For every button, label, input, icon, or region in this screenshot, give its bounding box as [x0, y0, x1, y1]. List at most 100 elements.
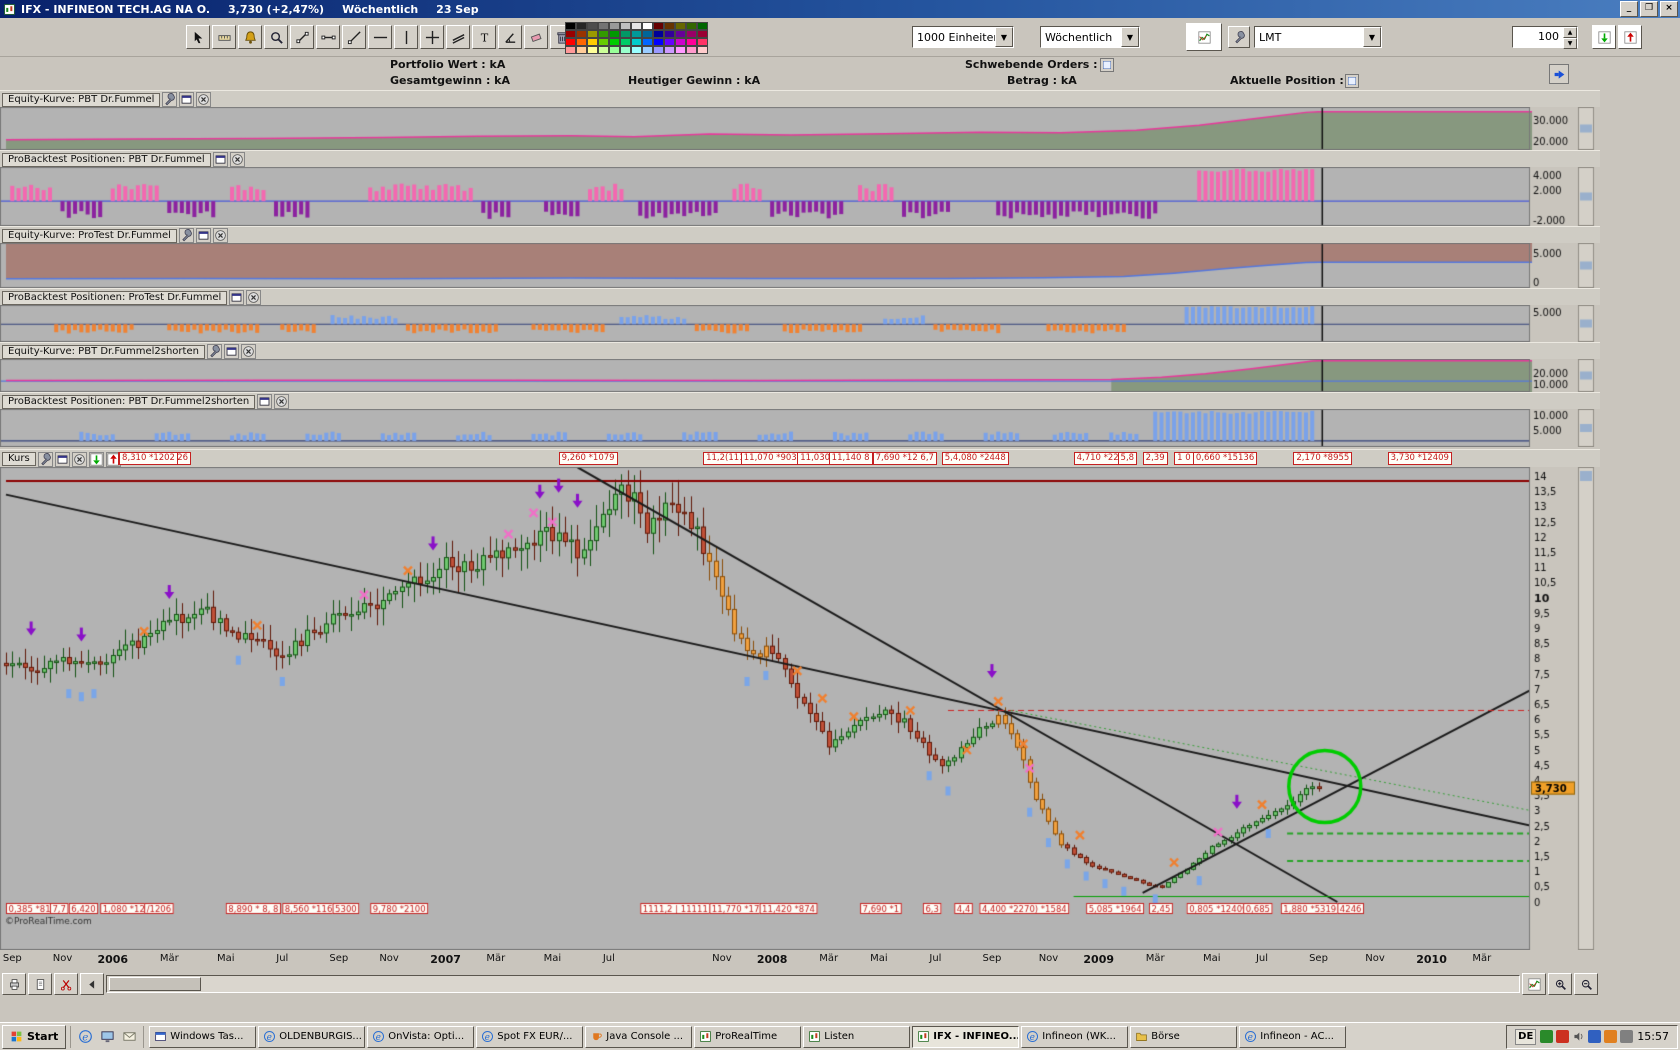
- spin-up-icon[interactable]: ▲: [1563, 27, 1577, 38]
- cursor-tool-button[interactable]: [186, 25, 210, 49]
- color-swatch[interactable]: [664, 22, 675, 30]
- color-swatch[interactable]: [587, 38, 598, 46]
- tray-red-icon[interactable]: [1556, 1030, 1570, 1043]
- mail-quicklaunch-icon[interactable]: [119, 1027, 139, 1047]
- color-swatch[interactable]: [686, 38, 697, 46]
- page-setup-button[interactable]: [28, 973, 52, 995]
- color-swatch[interactable]: [576, 30, 587, 38]
- color-swatch[interactable]: [631, 22, 642, 30]
- minimize-button[interactable]: _: [1620, 1, 1638, 17]
- price-chart-canvas[interactable]: [0, 467, 1600, 950]
- desktop-quicklaunch-icon[interactable]: [97, 1027, 117, 1047]
- units-combobox[interactable]: 1000 Einheiten ▼: [912, 26, 1014, 48]
- language-indicator[interactable]: DE: [1515, 1028, 1537, 1045]
- color-swatch[interactable]: [598, 30, 609, 38]
- alarm-tool-button[interactable]: [238, 25, 262, 49]
- panel-window-button[interactable]: [54, 451, 70, 467]
- color-swatch[interactable]: [697, 22, 708, 30]
- taskbar-button[interactable]: Java Console ...: [585, 1025, 693, 1048]
- angle-tool-button[interactable]: [498, 25, 522, 49]
- color-swatch[interactable]: [620, 38, 631, 46]
- panel-window-button[interactable]: [229, 290, 245, 305]
- panel-window-button[interactable]: [212, 152, 228, 167]
- color-swatch[interactable]: [620, 30, 631, 38]
- color-swatch[interactable]: [609, 22, 620, 30]
- color-swatch[interactable]: [686, 22, 697, 30]
- ie-quicklaunch-icon[interactable]: e: [75, 1027, 95, 1047]
- spin-down-icon[interactable]: ▼: [1563, 38, 1577, 49]
- color-swatch[interactable]: [609, 46, 620, 54]
- color-swatch[interactable]: [620, 22, 631, 30]
- start-button[interactable]: Start: [2, 1024, 67, 1049]
- color-swatch[interactable]: [609, 38, 620, 46]
- orders-list-icon[interactable]: [1100, 58, 1114, 72]
- color-swatch[interactable]: [587, 46, 598, 54]
- panel-window-button[interactable]: [257, 394, 273, 409]
- taskbar-button[interactable]: IFX - INFINEO...: [912, 1025, 1020, 1048]
- color-swatch[interactable]: [598, 46, 609, 54]
- panel-close-button[interactable]: [246, 290, 262, 305]
- buy-marker-icon[interactable]: [88, 451, 104, 467]
- color-swatch[interactable]: [675, 46, 686, 54]
- zoom-out-button[interactable]: [1574, 973, 1598, 995]
- color-swatch[interactable]: [697, 38, 708, 46]
- color-swatch[interactable]: [664, 38, 675, 46]
- taskbar-button[interactable]: Windows Tas...: [149, 1025, 257, 1048]
- color-swatch[interactable]: [675, 30, 686, 38]
- sell-button[interactable]: [1618, 25, 1642, 49]
- color-swatch[interactable]: [686, 46, 697, 54]
- chart-fit-button[interactable]: [1522, 973, 1546, 995]
- panel-close-button[interactable]: [71, 451, 87, 467]
- color-swatch[interactable]: [642, 38, 653, 46]
- color-swatch[interactable]: [642, 30, 653, 38]
- panel-settings-button[interactable]: [178, 228, 194, 243]
- color-swatch[interactable]: [631, 30, 642, 38]
- taskbar-button[interactable]: e Infineon (WK...: [1021, 1025, 1129, 1048]
- color-swatch[interactable]: [675, 38, 686, 46]
- tray-speaker-icon[interactable]: [1572, 1030, 1585, 1043]
- backtest-positions-chart[interactable]: [0, 167, 1600, 226]
- color-swatch[interactable]: [653, 46, 664, 54]
- zoom-tool-button[interactable]: [264, 25, 288, 49]
- color-swatch[interactable]: [609, 30, 620, 38]
- color-swatch[interactable]: [653, 22, 664, 30]
- chevron-down-icon[interactable]: ▼: [1363, 27, 1381, 47]
- color-swatch[interactable]: [587, 30, 598, 38]
- v-line-tool-button[interactable]: [394, 25, 418, 49]
- color-swatch[interactable]: [686, 30, 697, 38]
- panel-close-button[interactable]: [212, 228, 228, 243]
- panel-window-button[interactable]: [195, 228, 211, 243]
- color-swatch[interactable]: [576, 46, 587, 54]
- color-swatch[interactable]: [697, 30, 708, 38]
- taskbar-button[interactable]: e Infineon - AC...: [1239, 1025, 1347, 1048]
- tray-gray-icon[interactable]: [1620, 1030, 1634, 1043]
- print-button[interactable]: [2, 973, 26, 995]
- scroll-right-icon[interactable]: [1549, 64, 1569, 84]
- snapshot-button[interactable]: [54, 973, 78, 995]
- color-swatch[interactable]: [587, 22, 598, 30]
- cross-tool-button[interactable]: [420, 25, 444, 49]
- chevron-down-icon[interactable]: ▼: [995, 27, 1013, 47]
- color-swatch[interactable]: [642, 22, 653, 30]
- horizontal-scrollbar[interactable]: [106, 975, 1520, 993]
- color-swatch[interactable]: [631, 46, 642, 54]
- color-swatch[interactable]: [565, 22, 576, 30]
- segment-tool-button[interactable]: [290, 25, 314, 49]
- close-button[interactable]: ×: [1660, 1, 1678, 17]
- color-swatch[interactable]: [565, 38, 576, 46]
- color-swatch[interactable]: [565, 46, 576, 54]
- panel-settings-button[interactable]: [206, 344, 222, 359]
- panel-window-button[interactable]: [179, 92, 195, 107]
- panel-close-button[interactable]: [196, 92, 212, 107]
- panel-close-button[interactable]: [274, 394, 290, 409]
- tray-green-icon[interactable]: [1540, 1030, 1554, 1043]
- color-swatch[interactable]: [664, 46, 675, 54]
- text-tool-button[interactable]: T: [472, 25, 496, 49]
- tray-orange-icon[interactable]: [1604, 1030, 1618, 1043]
- color-swatch[interactable]: [642, 46, 653, 54]
- eraser-tool-button[interactable]: [524, 25, 548, 49]
- h-line-tool-button[interactable]: [368, 25, 392, 49]
- color-swatch[interactable]: [620, 46, 631, 54]
- taskbar-button[interactable]: e OLDENBURGIS...: [258, 1025, 366, 1048]
- equity-curve-chart[interactable]: [0, 107, 1600, 150]
